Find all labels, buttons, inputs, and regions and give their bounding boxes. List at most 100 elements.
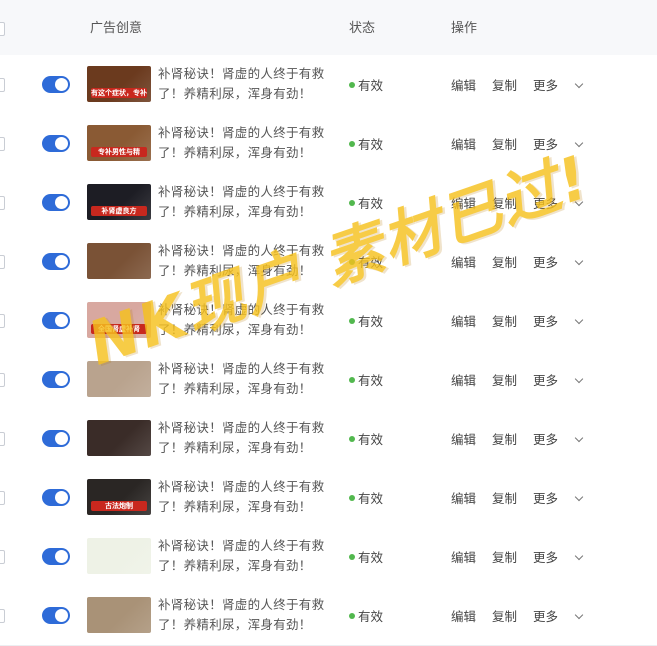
row-checkbox[interactable] xyxy=(0,609,5,623)
row-checkbox[interactable] xyxy=(0,314,5,328)
creative-text[interactable]: 补肾秘诀！肾虚的人终于有救了！养精利尿，浑身有劲！ xyxy=(158,359,328,399)
status-label: 有效 xyxy=(358,196,384,211)
creative-thumbnail[interactable] xyxy=(87,243,151,279)
status-label: 有效 xyxy=(358,255,384,270)
edit-link[interactable]: 编辑 xyxy=(451,491,476,506)
status-cell: 有效 xyxy=(349,488,383,507)
actions-cell: 编辑 复制 更多 xyxy=(451,193,584,212)
status-dot-icon xyxy=(349,554,355,560)
creative-thumbnail[interactable]: 全国肾虚补肾 xyxy=(87,302,151,338)
chevron-down-icon xyxy=(574,551,584,561)
row-checkbox[interactable] xyxy=(0,137,5,151)
row-checkbox[interactable] xyxy=(0,196,5,210)
enable-toggle[interactable] xyxy=(42,312,70,329)
more-dropdown[interactable]: 更多 xyxy=(533,491,584,506)
copy-link[interactable]: 复制 xyxy=(492,137,517,152)
enable-toggle[interactable] xyxy=(42,607,70,624)
copy-link[interactable]: 复制 xyxy=(492,255,517,270)
creative-text[interactable]: 补肾秘诀！肾虚的人终于有救了！养精利尿，浑身有劲！ xyxy=(158,300,328,340)
thumbnail-caption xyxy=(91,383,147,393)
row-checkbox[interactable] xyxy=(0,550,5,564)
table-row: 补肾秘诀！肾虚的人终于有救了！养精利尿，浑身有劲！ 有效 编辑 复制 更多 xyxy=(0,350,657,410)
enable-toggle[interactable] xyxy=(42,253,70,270)
enable-toggle[interactable] xyxy=(42,135,70,152)
status-cell: 有效 xyxy=(349,75,383,94)
toggle-knob xyxy=(55,550,68,563)
row-checkbox[interactable] xyxy=(0,491,5,505)
thumbnail-caption: 全国肾虚补肾 xyxy=(91,324,147,334)
enable-toggle[interactable] xyxy=(42,430,70,447)
actions-cell: 编辑 复制 更多 xyxy=(451,311,584,330)
creative-thumbnail[interactable]: 有这个症状，专补肾精与血 xyxy=(87,66,151,102)
header-creative[interactable]: 广告创意 xyxy=(90,0,142,55)
status-label: 有效 xyxy=(358,432,384,447)
creative-thumbnail[interactable] xyxy=(87,597,151,633)
enable-toggle[interactable] xyxy=(42,194,70,211)
creative-thumbnail[interactable] xyxy=(87,420,151,456)
actions-cell: 编辑 复制 更多 xyxy=(451,75,584,94)
creative-text[interactable]: 补肾秘诀！肾虚的人终于有救了！养精利尿，浑身有劲！ xyxy=(158,64,328,104)
creative-thumbnail[interactable] xyxy=(87,538,151,574)
creative-text[interactable]: 补肾秘诀！肾虚的人终于有救了！养精利尿，浑身有劲！ xyxy=(158,418,328,458)
creative-text[interactable]: 补肾秘诀！肾虚的人终于有救了！养精利尿，浑身有劲！ xyxy=(158,241,328,281)
creative-text[interactable]: 补肾秘诀！肾虚的人终于有救了！养精利尿，浑身有劲！ xyxy=(158,182,328,222)
creative-thumbnail[interactable]: 补肾虚良方 xyxy=(87,184,151,220)
row-checkbox[interactable] xyxy=(0,78,5,92)
edit-link[interactable]: 编辑 xyxy=(451,137,476,152)
row-checkbox[interactable] xyxy=(0,255,5,269)
chevron-down-icon xyxy=(574,315,584,325)
table-row: 补肾虚良方 补肾秘诀！肾虚的人终于有救了！养精利尿，浑身有劲！ 有效 编辑 复制… xyxy=(0,173,657,233)
more-dropdown[interactable]: 更多 xyxy=(533,137,584,152)
toggle-knob xyxy=(55,78,68,91)
thumbnail-caption: 有这个症状，专补肾精与血 xyxy=(91,88,147,98)
edit-link[interactable]: 编辑 xyxy=(451,196,476,211)
chevron-down-icon xyxy=(574,256,584,266)
creative-text[interactable]: 补肾秘诀！肾虚的人终于有救了！养精利尿，浑身有劲！ xyxy=(158,595,328,635)
creative-text[interactable]: 补肾秘诀！肾虚的人终于有救了！养精利尿，浑身有劲！ xyxy=(158,477,328,517)
creative-thumbnail[interactable]: 专补男性与精 xyxy=(87,125,151,161)
more-dropdown[interactable]: 更多 xyxy=(533,373,584,388)
chevron-down-icon xyxy=(574,197,584,207)
header-actions: 操作 xyxy=(451,21,478,36)
edit-link[interactable]: 编辑 xyxy=(451,314,476,329)
enable-toggle[interactable] xyxy=(42,489,70,506)
copy-link[interactable]: 复制 xyxy=(492,373,517,388)
copy-link[interactable]: 复制 xyxy=(492,196,517,211)
more-dropdown[interactable]: 更多 xyxy=(533,432,584,447)
actions-cell: 编辑 复制 更多 xyxy=(451,252,584,271)
more-label: 更多 xyxy=(533,196,559,211)
edit-link[interactable]: 编辑 xyxy=(451,255,476,270)
actions-cell: 编辑 复制 更多 xyxy=(451,429,584,448)
actions-cell: 编辑 复制 更多 xyxy=(451,547,584,566)
creative-thumbnail[interactable]: 古法炮制 xyxy=(87,479,151,515)
select-all-checkbox[interactable] xyxy=(0,22,5,36)
edit-link[interactable]: 编辑 xyxy=(451,78,476,93)
edit-link[interactable]: 编辑 xyxy=(451,550,476,565)
copy-link[interactable]: 复制 xyxy=(492,550,517,565)
enable-toggle[interactable] xyxy=(42,548,70,565)
enable-toggle[interactable] xyxy=(42,76,70,93)
row-checkbox[interactable] xyxy=(0,373,5,387)
chevron-down-icon xyxy=(574,374,584,384)
more-dropdown[interactable]: 更多 xyxy=(533,255,584,270)
chevron-down-icon xyxy=(574,138,584,148)
edit-link[interactable]: 编辑 xyxy=(451,432,476,447)
more-dropdown[interactable]: 更多 xyxy=(533,314,584,329)
thumbnail-caption: 古法炮制 xyxy=(91,501,147,511)
row-checkbox[interactable] xyxy=(0,432,5,446)
creative-text[interactable]: 补肾秘诀！肾虚的人终于有救了！养精利尿，浑身有劲！ xyxy=(158,536,328,576)
copy-link[interactable]: 复制 xyxy=(492,491,517,506)
more-dropdown[interactable]: 更多 xyxy=(533,78,584,93)
more-dropdown[interactable]: 更多 xyxy=(533,550,584,565)
enable-toggle[interactable] xyxy=(42,371,70,388)
table-row: 专补男性与精 补肾秘诀！肾虚的人终于有救了！养精利尿，浑身有劲！ 有效 编辑 复… xyxy=(0,114,657,174)
header-status[interactable]: 状态 xyxy=(349,0,375,55)
edit-link[interactable]: 编辑 xyxy=(451,373,476,388)
status-cell: 有效 xyxy=(349,193,383,212)
creative-thumbnail[interactable] xyxy=(87,361,151,397)
more-dropdown[interactable]: 更多 xyxy=(533,196,584,211)
copy-link[interactable]: 复制 xyxy=(492,314,517,329)
creative-text[interactable]: 补肾秘诀！肾虚的人终于有救了！养精利尿，浑身有劲！ xyxy=(158,123,328,163)
copy-link[interactable]: 复制 xyxy=(492,78,517,93)
copy-link[interactable]: 复制 xyxy=(492,432,517,447)
